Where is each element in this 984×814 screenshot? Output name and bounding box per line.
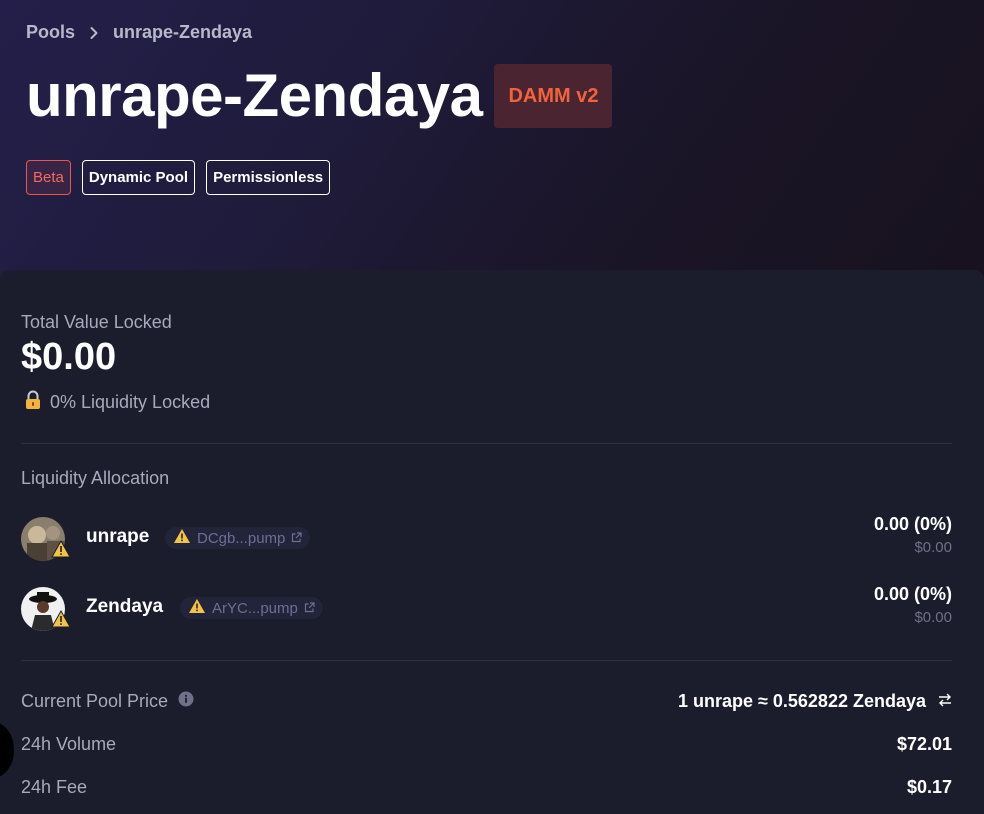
token-address: DCgb...pump xyxy=(197,529,286,547)
permissionless-tag: Permissionless xyxy=(206,160,331,195)
pool-price-value: 1 unrape ≈ 0.562822 Zendaya xyxy=(677,691,926,711)
warning-icon xyxy=(51,539,71,563)
token-address-link-zendaya[interactable]: ArYC...pump xyxy=(180,597,323,619)
token-avatar-zendaya xyxy=(21,587,71,631)
pool-type-badge: DAMM v2 xyxy=(494,64,613,128)
token-address: ArYC...pump xyxy=(212,599,298,617)
token-amount-unrape: 0.00 (0%) $0.00 xyxy=(874,514,952,556)
token-name-unrape: unrape xyxy=(86,526,150,547)
token-amount: 0.00 (0%) xyxy=(873,514,952,534)
pool-price-label-row: Current Pool Price xyxy=(21,691,194,712)
beta-tag: Beta xyxy=(26,160,71,195)
token-amount-zendaya: 0.00 (0%) $0.00 xyxy=(874,584,952,626)
swap-arrows-icon[interactable] xyxy=(938,691,952,712)
divider xyxy=(21,660,952,661)
token-row-zendaya: Zendaya ArYC...pump 0.00 (0%) $0.00 xyxy=(21,584,952,634)
pool-tags: Beta Dynamic Pool Permissionless xyxy=(26,160,331,195)
pool-price-value-row: 1 unrape ≈ 0.562822 Zendaya xyxy=(678,691,952,712)
volume-value: $72.01 xyxy=(896,734,952,754)
warning-icon xyxy=(51,609,71,633)
external-link-icon xyxy=(304,600,315,617)
liquidity-allocation-label: Liquidity Allocation xyxy=(21,468,170,488)
token-amount-usd: $0.00 xyxy=(914,539,952,556)
page-title: unrape-Zendaya xyxy=(26,62,483,129)
breadcrumb-current: unrape-Zendaya xyxy=(113,22,253,42)
divider xyxy=(21,443,952,444)
pool-info-card: Total Value Locked $0.00 0% Liquidity Lo… xyxy=(0,270,984,814)
title-row: unrape-Zendaya DAMM v2 xyxy=(26,60,613,132)
breadcrumb: Pools unrape-Zendaya xyxy=(26,22,252,43)
info-icon[interactable] xyxy=(178,691,194,712)
token-avatar-unrape xyxy=(21,517,71,561)
token-amount-usd: $0.00 xyxy=(914,609,952,626)
pool-page: Pools unrape-Zendaya unrape-Zendaya DAMM… xyxy=(0,0,984,814)
lock-icon xyxy=(24,390,42,415)
tvl-label: Total Value Locked xyxy=(21,312,172,332)
breadcrumb-pools-link[interactable]: Pools xyxy=(26,22,75,43)
warning-icon xyxy=(188,598,206,618)
pool-header: Pools unrape-Zendaya unrape-Zendaya DAMM… xyxy=(0,0,984,300)
pool-price-label: Current Pool Price xyxy=(21,691,169,711)
token-row-unrape: unrape DCgb...pump 0.00 (0%) $0.00 xyxy=(21,514,952,564)
fee-value: $0.17 xyxy=(906,777,952,797)
warning-icon xyxy=(173,528,191,548)
token-amount: 0.00 (0%) xyxy=(873,584,952,604)
external-link-icon xyxy=(291,530,302,547)
dynamic-pool-tag: Dynamic Pool xyxy=(81,160,196,195)
fee-label: 24h Fee xyxy=(21,777,88,797)
token-name-zendaya: Zendaya xyxy=(86,596,164,617)
token-address-link-unrape[interactable]: DCgb...pump xyxy=(165,527,311,549)
volume-label: 24h Volume xyxy=(21,734,117,754)
tvl-value: $0.00 xyxy=(21,336,117,378)
liquidity-locked-text: 0% Liquidity Locked xyxy=(50,392,211,412)
liquidity-locked-row: 0% Liquidity Locked xyxy=(24,390,210,415)
chevron-right-icon xyxy=(85,24,103,42)
